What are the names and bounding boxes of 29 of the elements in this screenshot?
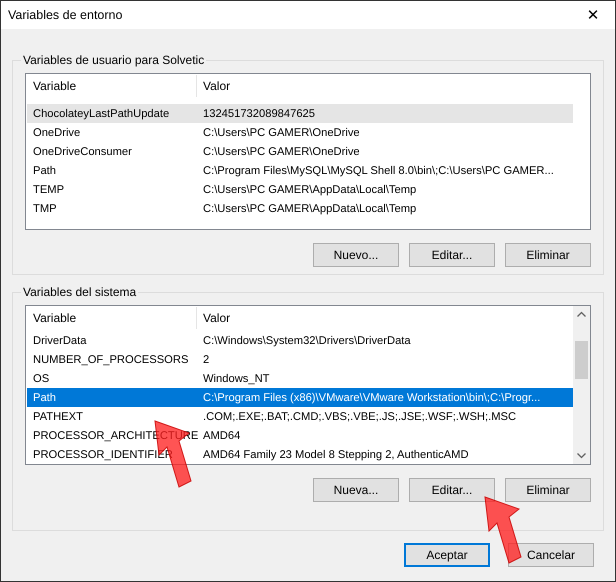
column-header[interactable]: Valor — [197, 75, 566, 97]
action-button[interactable]: Eliminar — [505, 243, 591, 267]
list-row[interactable]: OS Windows_NT — [27, 369, 573, 388]
column-header[interactable]: Variable — [27, 75, 197, 97]
column-header[interactable]: Valor — [197, 307, 573, 329]
arrow-icon — [483, 495, 523, 565]
scroll-thumb[interactable] — [575, 341, 588, 379]
list-row[interactable]: Path C:\Program Files\MySQL\MySQL Shell 8.0\bin\;C:\Users\PC GAMER... — [27, 161, 573, 180]
list-row[interactable]: OneDrive C:\Users\PC GAMER\OneDrive — [27, 123, 573, 142]
column-header[interactable]: Variable — [27, 307, 197, 329]
window-title: Variables de entorno — [8, 8, 122, 22]
list-row[interactable]: ChocolateyLastPathUpdate 132451732089847625 — [27, 104, 573, 123]
close-button[interactable]: ✕ — [571, 1, 615, 29]
list-row[interactable]: NUMBER_OF_PROCESSORS 2 — [27, 350, 573, 369]
action-button[interactable]: Editar... — [409, 243, 495, 267]
action-button[interactable]: Nueva... — [313, 478, 399, 502]
scrollbar[interactable] — [573, 306, 590, 464]
list-row[interactable]: DriverData C:\Windows\System32\Drivers\DriverData — [27, 331, 573, 350]
group-title: Variables de usuario para Solvetic — [22, 53, 206, 67]
action-button[interactable]: Eliminar — [505, 478, 591, 502]
list-row[interactable]: TEMP C:\Users\PC GAMER\AppData\Local\Temp — [27, 180, 573, 199]
list-row[interactable]: Path C:\Program Files (x86)\VMware\VMware Workstation\bin\;C:\Progr... — [27, 388, 573, 407]
group-title: Variables del sistema — [22, 285, 138, 299]
list-row[interactable]: OneDriveConsumer C:\Users\PC GAMER\OneDrive — [27, 142, 573, 161]
list-row[interactable]: TMP C:\Users\PC GAMER\AppData\Local\Temp — [27, 199, 573, 218]
action-button[interactable]: Nuevo... — [313, 243, 399, 267]
action-button[interactable]: Editar... — [409, 478, 495, 502]
list-row[interactable]: PATHEXT .COM;.EXE;.BAT;.CMD;.VBS;.VBE;.JS;.JSE;.WSF;.WSH;.MSC — [27, 407, 573, 426]
dialog-button[interactable]: Aceptar — [404, 543, 490, 567]
